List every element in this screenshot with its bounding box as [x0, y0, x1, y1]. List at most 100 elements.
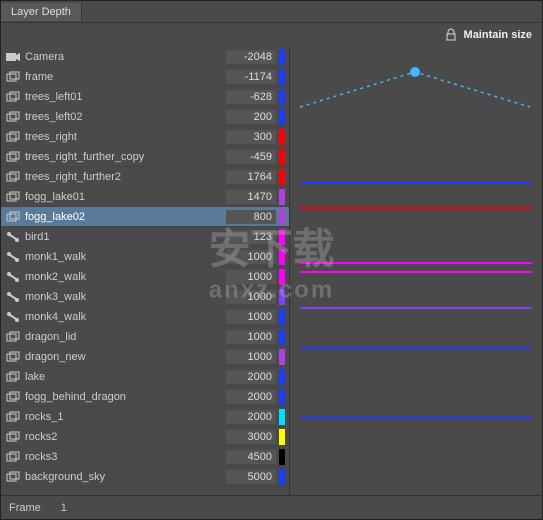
depth-input[interactable]: [226, 330, 276, 344]
layer-row[interactable]: trees_left01: [1, 87, 289, 107]
layer-row[interactable]: rocks2: [1, 427, 289, 447]
depth-line: [300, 182, 532, 184]
color-chip[interactable]: [279, 309, 285, 325]
layer-name: trees_right_further2: [25, 171, 226, 183]
layer-row[interactable]: fogg_behind_dragon: [1, 387, 289, 407]
depth-input[interactable]: [226, 430, 276, 444]
color-chip[interactable]: [279, 469, 285, 485]
color-chip[interactable]: [279, 209, 285, 225]
layer-name: fogg_behind_dragon: [25, 391, 226, 403]
color-chip[interactable]: [279, 429, 285, 445]
color-chip[interactable]: [279, 409, 285, 425]
depth-input[interactable]: [226, 50, 276, 64]
layer-row[interactable]: monk1_walk: [1, 247, 289, 267]
color-chip[interactable]: [279, 449, 285, 465]
depth-input[interactable]: [226, 290, 276, 304]
layer-row[interactable]: lake: [1, 367, 289, 387]
color-chip[interactable]: [279, 69, 285, 85]
layer-row[interactable]: trees_right_further_copy: [1, 147, 289, 167]
depth-line: [300, 307, 532, 309]
layer-icon: [5, 150, 21, 164]
layer-name: trees_right_further_copy: [25, 151, 226, 163]
layer-name: monk3_walk: [25, 291, 226, 303]
layer-row[interactable]: dragon_new: [1, 347, 289, 367]
camera-envelope: [300, 67, 532, 137]
depth-input[interactable]: [226, 130, 276, 144]
depth-input[interactable]: [226, 410, 276, 424]
depth-input[interactable]: [226, 450, 276, 464]
depth-input[interactable]: [226, 90, 276, 104]
layer-icon: [5, 410, 21, 424]
layer-row[interactable]: monk3_walk: [1, 287, 289, 307]
bone-icon: [5, 290, 21, 304]
color-chip[interactable]: [279, 289, 285, 305]
color-chip[interactable]: [279, 349, 285, 365]
layer-name: trees_right: [25, 131, 226, 143]
layer-name: bird1: [25, 231, 226, 243]
color-chip[interactable]: [279, 49, 285, 65]
depth-input[interactable]: [226, 250, 276, 264]
layer-row[interactable]: monk2_walk: [1, 267, 289, 287]
color-chip[interactable]: [279, 169, 285, 185]
layer-row[interactable]: rocks_1: [1, 407, 289, 427]
layer-name: dragon_new: [25, 351, 226, 363]
layer-row[interactable]: rocks3: [1, 447, 289, 467]
layer-row[interactable]: trees_left02: [1, 107, 289, 127]
layer-row[interactable]: background_sky: [1, 467, 289, 487]
bone-icon: [5, 270, 21, 284]
layer-name: rocks3: [25, 451, 226, 463]
layer-row[interactable]: frame: [1, 67, 289, 87]
color-chip[interactable]: [279, 329, 285, 345]
layer-icon: [5, 190, 21, 204]
color-chip[interactable]: [279, 389, 285, 405]
panel-tab[interactable]: Layer Depth: [1, 3, 82, 21]
color-chip[interactable]: [279, 109, 285, 125]
color-chip[interactable]: [279, 229, 285, 245]
layer-name: fogg_lake02: [25, 211, 226, 223]
depth-input[interactable]: [226, 370, 276, 384]
layer-row[interactable]: bird1: [1, 227, 289, 247]
layer-name: frame: [25, 71, 226, 83]
depth-input[interactable]: [226, 190, 276, 204]
color-chip[interactable]: [279, 89, 285, 105]
depth-graph[interactable]: [289, 47, 542, 495]
layer-row[interactable]: trees_right_further2: [1, 167, 289, 187]
layer-icon: [5, 110, 21, 124]
depth-input[interactable]: [226, 390, 276, 404]
color-chip[interactable]: [279, 249, 285, 265]
depth-line: [300, 207, 532, 209]
depth-input[interactable]: [226, 270, 276, 284]
layer-icon: [5, 470, 21, 484]
color-chip[interactable]: [279, 149, 285, 165]
depth-input[interactable]: [226, 310, 276, 324]
layer-row[interactable]: dragon_lid: [1, 327, 289, 347]
layer-name: monk1_walk: [25, 251, 226, 263]
maintain-size-toggle[interactable]: Maintain size: [1, 23, 542, 47]
layer-icon: [5, 90, 21, 104]
color-chip[interactable]: [279, 269, 285, 285]
depth-input[interactable]: [226, 70, 276, 84]
color-chip[interactable]: [279, 189, 285, 205]
depth-input[interactable]: [226, 350, 276, 364]
layer-name: fogg_lake01: [25, 191, 226, 203]
layer-name: rocks2: [25, 431, 226, 443]
color-chip[interactable]: [279, 129, 285, 145]
depth-input[interactable]: [226, 210, 276, 224]
depth-input[interactable]: [226, 170, 276, 184]
layer-row[interactable]: fogg_lake01: [1, 187, 289, 207]
color-chip[interactable]: [279, 369, 285, 385]
layer-list: Camera frame trees_left01trees_left02trees…: [1, 47, 289, 495]
layer-name: monk2_walk: [25, 271, 226, 283]
layer-name: Camera: [25, 51, 226, 63]
depth-line: [300, 417, 532, 419]
depth-input[interactable]: [226, 230, 276, 244]
layer-row[interactable]: trees_right: [1, 127, 289, 147]
layer-row[interactable]: fogg_lake02: [1, 207, 289, 227]
depth-input[interactable]: [226, 470, 276, 484]
depth-input[interactable]: [226, 150, 276, 164]
lock-icon: [444, 28, 458, 42]
depth-input[interactable]: [226, 110, 276, 124]
layer-name: background_sky: [25, 471, 226, 483]
layer-row[interactable]: Camera: [1, 47, 289, 67]
layer-row[interactable]: monk4_walk: [1, 307, 289, 327]
